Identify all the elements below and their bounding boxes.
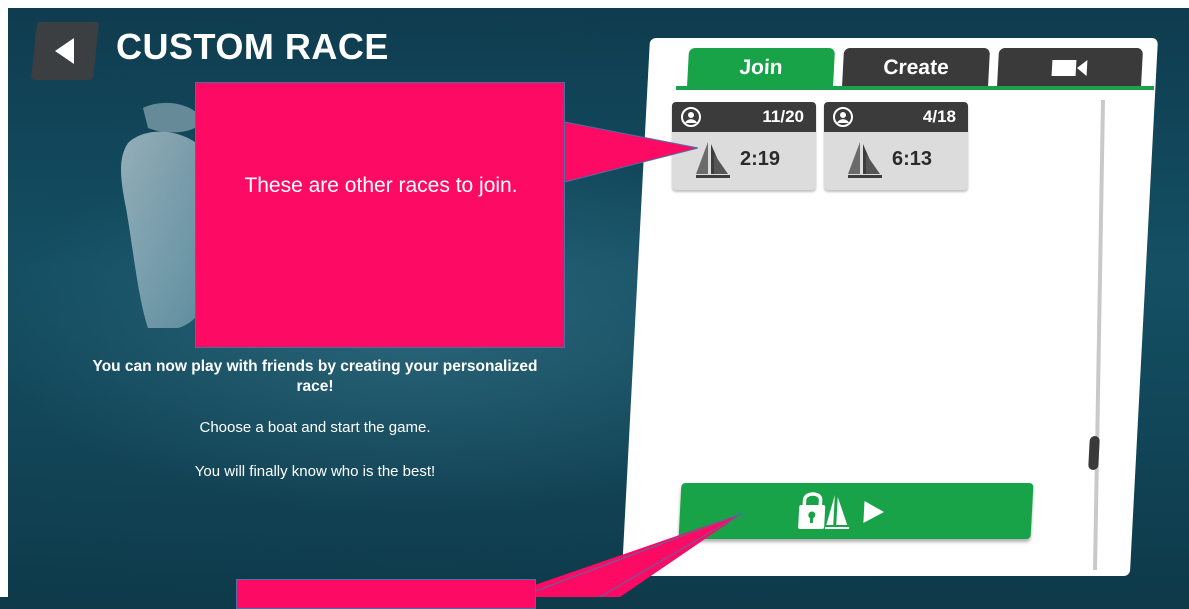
- callout-races-note: These are other races to join.: [195, 82, 565, 348]
- page-title: CUSTOM RACE: [116, 26, 389, 67]
- sailboat-icon: [825, 495, 850, 529]
- players-icon: [681, 107, 701, 127]
- sailboat-icon: [696, 142, 730, 178]
- race-card[interactable]: 11/20 2:19: [672, 102, 816, 190]
- race-time: 6:13: [892, 148, 933, 170]
- play-icon: [863, 501, 884, 523]
- race-time: 2:19: [740, 148, 781, 170]
- lock-boat-play-icons: [798, 492, 884, 529]
- callout-button-note: [236, 579, 536, 609]
- race-card[interactable]: 4/18 6:13: [824, 102, 968, 190]
- tab-underline: [675, 86, 1155, 90]
- tab-join[interactable]: Join: [686, 48, 836, 88]
- race-players-count: 11/20: [762, 107, 804, 126]
- scrollbar-track[interactable]: [1093, 100, 1105, 570]
- tab-create[interactable]: Create: [841, 48, 991, 88]
- frame-border-left: [0, 0, 8, 597]
- lock-icon: [798, 492, 826, 529]
- back-button[interactable]: [30, 22, 100, 80]
- info-text-best: You will finally know who is the best!: [194, 463, 436, 480]
- info-text-boat: Choose a boat and start the game.: [199, 419, 431, 436]
- frame-border-top: [0, 0, 1189, 8]
- info-headline: You can now play with friends by creatin…: [92, 358, 538, 395]
- players-icon: [833, 107, 853, 127]
- callout-races-text: These are other races to join.: [244, 174, 518, 197]
- video-camera-icon: [1051, 60, 1088, 76]
- back-arrow-icon: [55, 38, 74, 64]
- tab-video[interactable]: [996, 48, 1144, 88]
- sailboat-icon: [848, 142, 882, 178]
- tab-join-label: Join: [738, 56, 784, 79]
- private-race-play-button[interactable]: [678, 483, 1034, 539]
- race-players-count: 4/18: [922, 107, 956, 126]
- scrollbar-handle[interactable]: [1088, 436, 1100, 470]
- tab-create-label: Create: [882, 56, 950, 79]
